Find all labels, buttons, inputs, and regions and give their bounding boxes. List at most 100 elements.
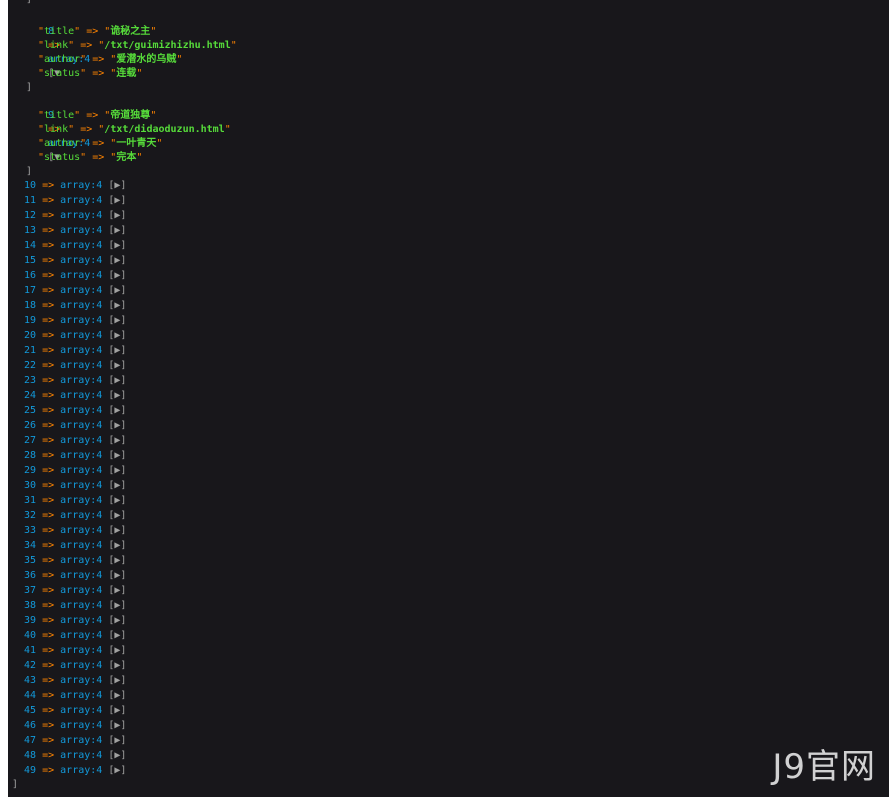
expand-toggle-icon[interactable]: [▶] [108,435,126,446]
collapsed-entry[interactable]: 20 => array:4 [▶] [24,329,126,343]
entry-index: 15 [24,255,37,266]
entry-arrow: => [42,600,55,611]
expand-toggle-icon[interactable]: [▶] [108,645,126,656]
collapsed-entry[interactable]: 17 => array:4 [▶] [24,284,126,298]
expand-toggle-icon[interactable]: [▶] [108,390,126,401]
collapsed-entry[interactable]: 30 => array:4 [▶] [24,479,126,493]
collapsed-entry[interactable]: 47 => array:4 [▶] [24,734,126,748]
array-type-label: array:4 [60,330,103,341]
collapsed-entry[interactable]: 35 => array:4 [▶] [24,554,126,568]
collapsed-entry[interactable]: 27 => array:4 [▶] [24,434,126,448]
collapsed-entry[interactable]: 38 => array:4 [▶] [24,599,126,613]
collapsed-entry[interactable]: 39 => array:4 [▶] [24,614,126,628]
expand-toggle-icon[interactable]: [▶] [108,600,126,611]
entry-arrow: => [42,390,55,401]
collapsed-entry[interactable]: 43 => array:4 [▶] [24,674,126,688]
expand-toggle-icon[interactable]: [▶] [108,510,126,521]
collapsed-entry[interactable]: 34 => array:4 [▶] [24,539,126,553]
entry-index: 31 [24,495,37,506]
collapsed-entry[interactable]: 19 => array:4 [▶] [24,314,126,328]
entry-index: 42 [24,660,37,671]
expand-toggle-icon[interactable]: [▶] [108,615,126,626]
collapsed-entry[interactable]: 42 => array:4 [▶] [24,659,126,673]
expand-toggle-icon[interactable]: [▶] [108,300,126,311]
expand-toggle-icon[interactable]: [▶] [108,750,126,761]
collapsed-entry[interactable]: 46 => array:4 [▶] [24,719,126,733]
collapsed-entry[interactable]: 22 => array:4 [▶] [24,359,126,373]
expand-toggle-icon[interactable]: [▶] [108,210,126,221]
expand-toggle-icon[interactable]: [▶] [108,735,126,746]
collapsed-entry[interactable]: 32 => array:4 [▶] [24,509,126,523]
collapsed-entry[interactable]: 41 => array:4 [▶] [24,644,126,658]
collapsed-entry[interactable]: 33 => array:4 [▶] [24,524,126,538]
collapsed-entry[interactable]: 10 => array:4 [▶] [24,179,126,193]
expand-toggle-icon[interactable]: [▶] [108,375,126,386]
collapsed-entry[interactable]: 37 => array:4 [▶] [24,584,126,598]
collapsed-entry[interactable]: 29 => array:4 [▶] [24,464,126,478]
array-type-label: array:4 [60,570,103,581]
expand-toggle-icon[interactable]: [▶] [108,705,126,716]
expand-toggle-icon[interactable]: [▶] [108,180,126,191]
collapsed-entry[interactable]: 14 => array:4 [▶] [24,239,126,253]
entry-index: 17 [24,285,37,296]
expand-toggle-icon[interactable]: [▶] [108,285,126,296]
collapsed-entry[interactable]: 25 => array:4 [▶] [24,404,126,418]
entry-arrow: => [42,750,55,761]
entry-index: 35 [24,555,37,566]
expand-toggle-icon[interactable]: [▶] [108,480,126,491]
collapsed-entry[interactable]: 18 => array:4 [▶] [24,299,126,313]
expand-toggle-icon[interactable]: [▶] [108,465,126,476]
expand-toggle-icon[interactable]: [▶] [108,240,126,251]
expand-toggle-icon[interactable]: [▶] [108,270,126,281]
collapsed-entry[interactable]: 12 => array:4 [▶] [24,209,126,223]
expand-toggle-icon[interactable]: [▶] [108,255,126,266]
entry-arrow: => [42,240,55,251]
expand-toggle-icon[interactable]: [▶] [108,630,126,641]
expand-toggle-icon[interactable]: [▶] [108,765,126,776]
expand-toggle-icon[interactable]: [▶] [108,660,126,671]
collapsed-entry[interactable]: 45 => array:4 [▶] [24,704,126,718]
collapsed-entry[interactable]: 16 => array:4 [▶] [24,269,126,283]
expand-toggle-icon[interactable]: [▶] [108,540,126,551]
expand-toggle-icon[interactable]: [▶] [108,570,126,581]
collapsed-entry[interactable]: 26 => array:4 [▶] [24,419,126,433]
collapsed-entry[interactable]: 15 => array:4 [▶] [24,254,126,268]
field-key: title [44,110,75,121]
collapsed-entry[interactable]: 49 => array:4 [▶] [24,764,126,778]
closing-bracket: ] [26,82,33,93]
collapsed-entry[interactable]: 36 => array:4 [▶] [24,569,126,583]
collapsed-entry[interactable]: 11 => array:4 [▶] [24,194,126,208]
expand-toggle-icon[interactable]: [▶] [108,525,126,536]
expand-toggle-icon[interactable]: [▶] [108,555,126,566]
expand-toggle-icon[interactable]: [▶] [108,585,126,596]
expand-toggle-icon[interactable]: [▶] [108,450,126,461]
expand-toggle-icon[interactable]: [▶] [108,495,126,506]
expand-toggle-icon[interactable]: [▶] [108,345,126,356]
collapsed-entry[interactable]: 23 => array:4 [▶] [24,374,126,388]
collapsed-entry[interactable]: 40 => array:4 [▶] [24,629,126,643]
expand-toggle-icon[interactable]: [▶] [108,330,126,341]
collapsed-entry[interactable]: 48 => array:4 [▶] [24,749,126,763]
expand-toggle-icon[interactable]: [▶] [108,420,126,431]
collapsed-entry[interactable]: 44 => array:4 [▶] [24,689,126,703]
collapsed-entry[interactable]: 31 => array:4 [▶] [24,494,126,508]
collapsed-entry[interactable]: 13 => array:4 [▶] [24,224,126,238]
field-value: 爱潜水的乌贼 [116,54,177,65]
expand-toggle-icon[interactable]: [▶] [108,405,126,416]
entry-index: 41 [24,645,37,656]
expand-toggle-icon[interactable]: [▶] [108,675,126,686]
expand-toggle-icon[interactable]: [▶] [108,225,126,236]
closing-bracket-bottom: ] [12,779,19,790]
entry-index: 21 [24,345,37,356]
expand-toggle-icon[interactable]: [▶] [108,360,126,371]
expand-toggle-icon[interactable]: [▶] [108,690,126,701]
expand-toggle-icon[interactable]: [▶] [108,315,126,326]
entry-index: 47 [24,735,37,746]
collapsed-entry[interactable]: 28 => array:4 [▶] [24,449,126,463]
entry-index: 36 [24,570,37,581]
field-key: link [44,40,69,51]
collapsed-entry[interactable]: 24 => array:4 [▶] [24,389,126,403]
expand-toggle-icon[interactable]: [▶] [108,720,126,731]
collapsed-entry[interactable]: 21 => array:4 [▶] [24,344,126,358]
expand-toggle-icon[interactable]: [▶] [108,195,126,206]
